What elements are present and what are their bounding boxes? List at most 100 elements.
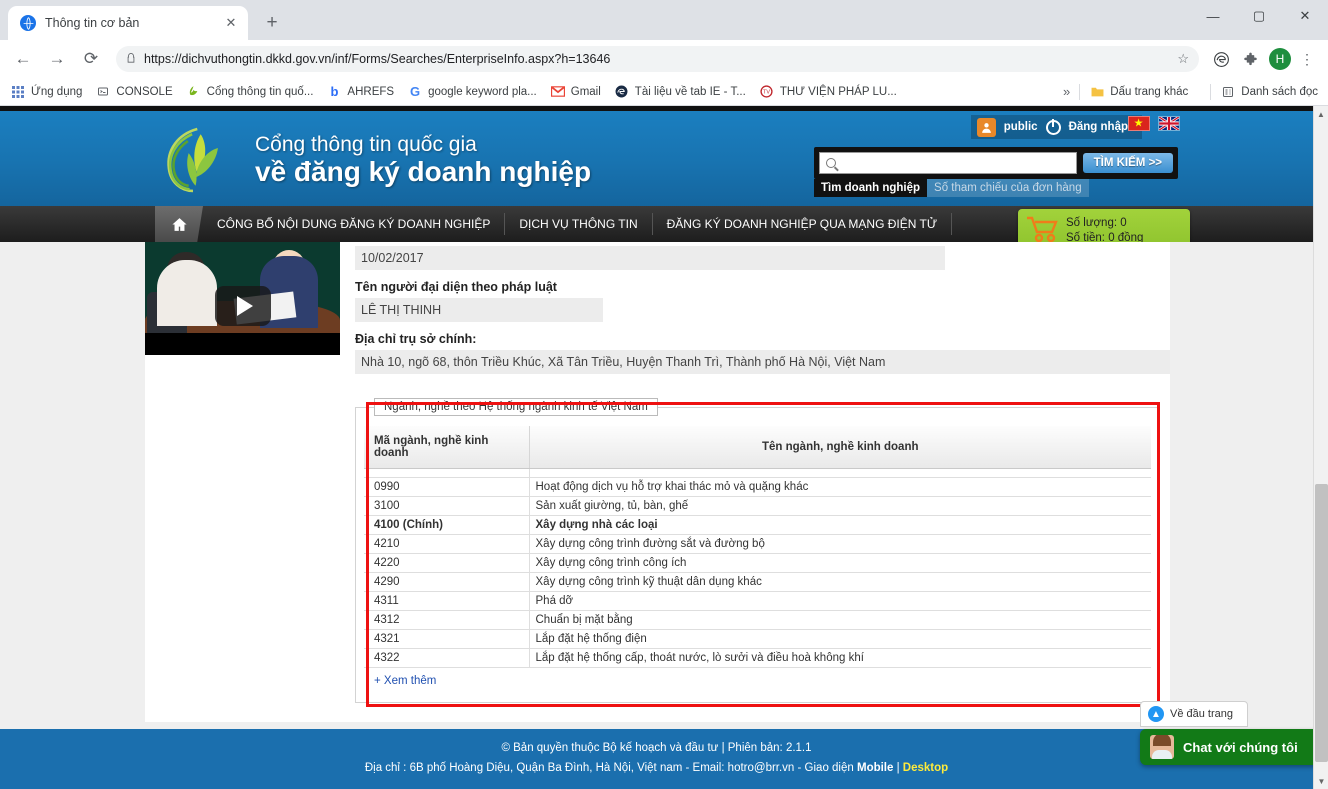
close-icon[interactable]: ✕: [222, 14, 240, 32]
cell-name: Chuẩn bị mặt bằng: [529, 610, 1151, 630]
nav-item-cong-bo[interactable]: CÔNG BỐ NỘI DUNG ĐĂNG KÝ DOANH NGHIỆP: [203, 206, 504, 242]
cart-quantity: Số lượng: 0: [1066, 217, 1127, 230]
account-bar: public Đăng nhập: [970, 115, 1142, 139]
enterprise-details: 10/02/2017 Tên người đại diện theo pháp …: [355, 246, 1170, 374]
bookmark-label: Cổng thông tin quố...: [206, 85, 314, 98]
head-office-value: Nhà 10, ngõ 68, thôn Triều Khúc, Xã Tân …: [355, 350, 1170, 374]
site-search: TÌM KIẾM >> Tìm doanh nghiệp Số tham chi…: [814, 147, 1178, 197]
table-row[interactable]: 4290 Xây dựng công trình kỹ thuật dân dụn…: [364, 572, 1151, 592]
scroll-up-arrow-icon[interactable]: ▲: [1314, 106, 1328, 122]
footer-mobile-link[interactable]: Mobile: [857, 762, 893, 774]
uk-flag-icon[interactable]: [1158, 116, 1180, 132]
leaf-logo: [155, 117, 243, 203]
intro-video-thumbnail[interactable]: [145, 242, 340, 355]
table-row[interactable]: 4312 Chuẩn bị mặt bằng: [364, 610, 1151, 630]
see-more-link[interactable]: + Xem thêm: [364, 668, 436, 687]
cell-name: Xây dựng công trình đường sắt và đường b…: [529, 534, 1151, 554]
account-username: public: [1003, 121, 1038, 133]
search-row: TÌM KIẾM >>: [814, 147, 1178, 179]
divider: [951, 213, 953, 235]
table-row-primary[interactable]: 4100 (Chính) Xây dựng nhà các loại: [364, 515, 1151, 535]
login-link[interactable]: Đăng nhập: [1069, 121, 1128, 133]
search-tabs: Tìm doanh nghiệp Số tham chiếu của đơn h…: [814, 179, 1178, 197]
edge-icon: [614, 84, 630, 100]
cell-code: 4311: [364, 591, 530, 611]
url-text: https://dichvuthongtin.dkkd.gov.vn/inf/F…: [144, 52, 611, 66]
cell-name: Xây dựng công trình công ích: [529, 553, 1151, 573]
nav-item-dich-vu-thong-tin[interactable]: DỊCH VỤ THÔNG TIN: [505, 206, 651, 242]
bookmark-label: Dấu trang khác: [1110, 85, 1189, 98]
user-avatar-icon: [976, 117, 996, 137]
nav-item-dang-ky-qua-mang[interactable]: ĐĂNG KÝ DOANH NGHIỆP QUA MẠNG ĐIỆN TỬ: [653, 206, 952, 242]
cell-name: Lắp đặt hệ thống cấp, thoát nước, lò sưở…: [529, 648, 1151, 668]
table-row[interactable]: 3100 Sản xuất giường, tủ, bàn, ghế: [364, 496, 1151, 516]
table-row[interactable]: 4321 Lắp đặt hệ thống điện: [364, 629, 1151, 649]
legal-rep-value: LÊ THỊ THINH: [355, 298, 603, 322]
head-office-label: Địa chỉ trụ sở chính:: [355, 332, 477, 346]
window-close-icon[interactable]: ✕: [1282, 0, 1328, 32]
scrollbar-thumb[interactable]: [1315, 484, 1328, 762]
bookmark-other-bookmarks[interactable]: Dấu trang khác: [1089, 84, 1188, 100]
language-switcher: [1124, 115, 1180, 133]
back-to-top-button[interactable]: ▲ Về đầu trang: [1140, 701, 1248, 727]
bookmark-label: Danh sách đọc: [1241, 85, 1318, 98]
new-tab-button[interactable]: +: [258, 9, 286, 37]
browser-tab[interactable]: Thông tin cơ bản ✕: [8, 6, 248, 40]
table-row[interactable]: 0990 Hoạt động dịch vụ hỗ trợ khai thác m…: [364, 477, 1151, 497]
table-row[interactable]: 4210 Xây dựng công trình đường sắt và đườ…: [364, 534, 1151, 554]
edge-icon[interactable]: [1208, 46, 1234, 72]
site-logo-area[interactable]: Cổng thông tin quốc gia về đăng ký doanh…: [155, 117, 591, 203]
bookmark-thu-vien-phap-luat[interactable]: TV THƯ VIỆN PHÁP LU...: [759, 84, 897, 100]
footer-desktop-link[interactable]: Desktop: [903, 762, 948, 774]
cell-code: 4321: [364, 629, 530, 649]
content-area: 10/02/2017 Tên người đại diện theo pháp …: [0, 242, 1328, 743]
chat-widget-label: Chat với chúng tôi: [1183, 739, 1298, 755]
maximize-icon[interactable]: ▢: [1236, 0, 1282, 32]
bookmark-star-icon[interactable]: ☆: [1177, 51, 1189, 67]
gmail-icon: [550, 84, 566, 100]
bookmark-google-keyword-planner[interactable]: G google keyword pla...: [407, 84, 537, 100]
power-icon[interactable]: [1045, 118, 1061, 135]
folder-icon: [1089, 84, 1105, 100]
bookmark-gmail[interactable]: Gmail: [550, 84, 601, 100]
bookmark-label: Gmail: [570, 85, 601, 98]
back-icon[interactable]: ←: [8, 44, 38, 74]
search-input[interactable]: [819, 152, 1077, 174]
bookmarks-overflow-icon[interactable]: »: [1063, 84, 1070, 99]
table-row[interactable]: 4322 Lắp đặt hệ thống cấp, thoát nước, lò…: [364, 648, 1151, 668]
address-bar[interactable]: https://dichvuthongtin.dkkd.gov.vn/inf/F…: [116, 46, 1199, 72]
forward-icon[interactable]: →: [42, 44, 72, 74]
vietnam-flag-icon[interactable]: [1127, 116, 1150, 132]
site-nav: CÔNG BỐ NỘI DUNG ĐĂNG KÝ DOANH NGHIỆP DỊ…: [0, 206, 1328, 253]
tab-title: Thông tin cơ bản: [45, 16, 140, 30]
bookmark-console[interactable]: CONSOLE: [95, 84, 173, 100]
bookmark-ahrefs[interactable]: b AHREFS: [326, 84, 394, 100]
support-agent-icon: [1150, 735, 1174, 759]
browser-window: Thông tin cơ bản ✕ + — ▢ ✕ ← → ⟳ https:/…: [0, 0, 1328, 789]
reading-list-icon: [1220, 84, 1236, 100]
tab-strip: Thông tin cơ bản ✕ + — ▢ ✕: [0, 0, 1328, 40]
home-icon[interactable]: [155, 206, 203, 242]
search-button[interactable]: TÌM KIẾM >>: [1082, 153, 1173, 173]
minimize-icon[interactable]: —: [1190, 0, 1236, 32]
bookmark-label: google keyword pla...: [428, 85, 537, 98]
svg-text:TV: TV: [763, 90, 770, 96]
table-row[interactable]: 4220 Xây dựng công trình công ích: [364, 553, 1151, 573]
bookmark-reading-list[interactable]: Danh sách đọc: [1220, 84, 1318, 100]
chat-widget-button[interactable]: Chat với chúng tôi: [1140, 729, 1322, 765]
search-tab-order-ref[interactable]: Số tham chiếu của đơn hàng: [927, 179, 1089, 197]
scroll-down-arrow-icon[interactable]: ▼: [1314, 773, 1328, 789]
extensions-puzzle-icon[interactable]: [1237, 46, 1263, 72]
play-button-icon[interactable]: [214, 286, 271, 326]
bookmark-cong-thong-tin[interactable]: Cổng thông tin quố...: [186, 84, 314, 100]
bookmark-label: THƯ VIỆN PHÁP LU...: [779, 85, 897, 98]
bookmark-apps[interactable]: Ứng dụng: [10, 84, 82, 100]
table-row[interactable]: 4311 Phá dỡ: [364, 591, 1151, 611]
browser-menu-icon[interactable]: ⋮: [1294, 46, 1320, 72]
bookmark-tai-lieu-ie[interactable]: Tài liệu về tab IE - T...: [614, 84, 746, 100]
profile-avatar[interactable]: H: [1269, 48, 1291, 70]
industry-table-body: 0990 Hoạt động dịch vụ hỗ trợ khai thác m…: [364, 468, 1151, 668]
reload-icon[interactable]: ⟳: [76, 44, 106, 74]
page-scrollbar[interactable]: ▲ ▼: [1313, 106, 1328, 789]
search-tab-enterprise[interactable]: Tìm doanh nghiệp: [814, 179, 928, 197]
